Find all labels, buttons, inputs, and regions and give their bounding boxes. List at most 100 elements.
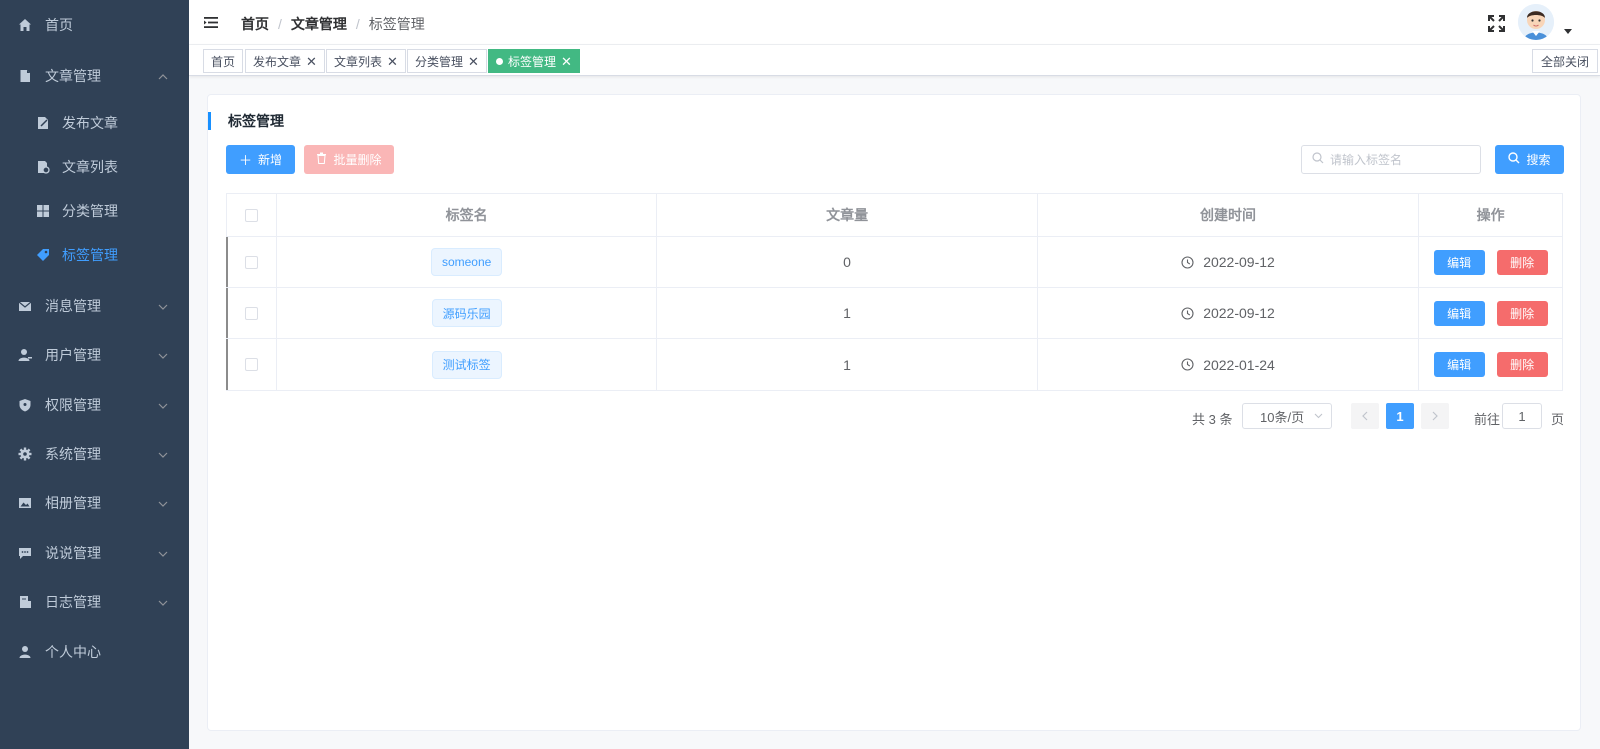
checkbox-cell [227, 288, 277, 338]
sidebar-subitem-label: 发布文章 [62, 115, 118, 131]
time-cell: 2022-01-24 [1038, 339, 1420, 390]
tag-label: 文章列表 [334, 54, 383, 69]
close-all-button[interactable]: 全部关闭 [1532, 49, 1599, 73]
row-indicator [226, 339, 228, 390]
delete-button[interactable]: 删除 [1496, 300, 1548, 326]
batch-delete-button[interactable]: 批量删除 [304, 145, 394, 174]
home-icon [18, 18, 32, 32]
tag-tags-active[interactable]: 标签管理 ✕ [488, 49, 580, 73]
edit-button[interactable]: 编辑 [1433, 352, 1485, 377]
row-indicator [226, 237, 228, 287]
page-number-current[interactable]: 1 [1386, 403, 1414, 429]
name-cell: someone [277, 237, 658, 287]
name-cell: 源码乐园 [277, 288, 658, 338]
breadcrumb-item-home[interactable]: 首页 [241, 14, 269, 34]
breadcrumb-separator: / [355, 16, 360, 32]
column-header: 操作 [1476, 207, 1505, 223]
tag-label: 发布文章 [253, 54, 302, 69]
sidebar-item-albums[interactable]: 相册管理 [0, 479, 189, 527]
pagination: 共 3 条 10条/页 1 前往 页 [208, 403, 1582, 431]
search-field[interactable] [1301, 145, 1481, 174]
prev-page-button[interactable] [1351, 403, 1379, 429]
time-wrap: 2022-09-12 [1181, 254, 1275, 270]
tag-publish-article[interactable]: 发布文章 ✕ [245, 49, 325, 73]
edit-button[interactable]: 编辑 [1433, 249, 1485, 275]
sidebar-item-logs[interactable]: 日志管理 [0, 578, 189, 626]
chevron-down-icon [157, 399, 169, 411]
delete-button[interactable]: 删除 [1496, 249, 1548, 275]
page-title: 标签管理 [208, 112, 284, 130]
sidebar-item-articles[interactable]: 文章管理 [0, 52, 189, 100]
chevron-up-icon [157, 70, 169, 82]
sidebar-item-permissions[interactable]: 权限管理 [0, 381, 189, 429]
search-button[interactable]: 搜索 [1495, 145, 1564, 174]
add-button-label: 新增 [258, 153, 283, 167]
sidebar-item-system[interactable]: 系统管理 [0, 430, 189, 478]
tag-home[interactable]: 首页 [203, 49, 244, 73]
tags-table: 标签名 文章量 创建时间 操作 someone 0 2022-09-12 编辑 … [226, 193, 1563, 391]
goto-page-input[interactable] [1502, 403, 1542, 429]
sidebar-item-talks[interactable]: 说说管理 [0, 529, 189, 577]
clock-icon [1181, 306, 1194, 320]
tag-article-list[interactable]: 文章列表 ✕ [326, 49, 406, 73]
sidebar-item-label: 用户管理 [45, 347, 101, 363]
close-icon[interactable]: ✕ [468, 55, 479, 68]
chevron-down-icon [157, 448, 169, 460]
breadcrumb-separator: / [278, 16, 282, 32]
add-button[interactable]: ＋ 新增 [226, 145, 295, 174]
sidebar-subitem-label: 标签管理 [62, 247, 118, 263]
shield-icon [18, 398, 32, 412]
fullscreen-icon[interactable] [1488, 15, 1505, 32]
tag-categories[interactable]: 分类管理 ✕ [407, 49, 487, 73]
sidebar-item-label: 权限管理 [45, 397, 101, 413]
breadcrumb-item-articles[interactable]: 文章管理 [291, 14, 347, 34]
row-checkbox[interactable] [244, 306, 258, 320]
log-icon [18, 595, 32, 609]
search-input[interactable] [1330, 152, 1470, 167]
sidebar-item-label: 消息管理 [45, 298, 101, 314]
sidebar-item-label: 日志管理 [45, 594, 101, 610]
tags-view: 首页 发布文章 ✕ 文章列表 ✕ 分类管理 ✕ 标签管理 ✕ 全部关闭 [189, 45, 1600, 76]
next-page-button[interactable] [1421, 403, 1449, 429]
hamburger-icon[interactable] [204, 16, 218, 29]
close-icon[interactable]: ✕ [387, 55, 398, 68]
column-header: 标签名 [277, 194, 658, 236]
sidebar-subitem-label: 分类管理 [62, 203, 118, 219]
sidebar-item-users[interactable]: 用户管理 [0, 331, 189, 379]
row-checkbox[interactable] [244, 255, 258, 269]
sidebar-item-home[interactable]: 首页 [0, 1, 189, 49]
page-size-select[interactable]: 10条/页 [1242, 403, 1332, 429]
clock-icon [1181, 255, 1194, 269]
avatar[interactable] [1518, 4, 1554, 40]
table-row: 源码乐园 1 2022-09-12 编辑 删除 [226, 288, 1562, 339]
caret-down-icon[interactable] [1564, 29, 1572, 34]
list-icon [36, 160, 50, 174]
navbar: 首页 / 文章管理 / 标签管理 [189, 0, 1600, 45]
sidebar-subitem-article-list[interactable]: 文章列表 [0, 145, 189, 189]
select-all-checkbox[interactable] [244, 208, 258, 222]
close-icon[interactable]: ✕ [306, 55, 317, 68]
mail-icon [18, 299, 32, 313]
delete-button[interactable]: 删除 [1496, 352, 1548, 377]
ops-cell: 编辑 删除 [1419, 288, 1562, 338]
sidebar-item-profile[interactable]: 个人中心 [0, 628, 189, 676]
created-date: 2022-01-24 [1203, 356, 1275, 373]
close-icon[interactable]: ✕ [561, 55, 572, 68]
checkbox-cell [227, 237, 277, 287]
plus-icon: ＋ [238, 153, 252, 168]
row-checkbox[interactable] [244, 358, 258, 371]
goto-label: 前往 [1474, 412, 1501, 427]
count-cell: 1 [657, 288, 1038, 338]
time-cell: 2022-09-12 [1038, 237, 1420, 287]
sidebar-subitem-categories[interactable]: 分类管理 [0, 189, 189, 233]
tag-name-badge: 测试标签 [431, 350, 502, 379]
chat-icon [18, 546, 32, 560]
sidebar-subitem-tags[interactable]: 标签管理 [0, 233, 189, 277]
sidebar-item-label: 说说管理 [45, 545, 101, 561]
sidebar: 首页 文章管理 发布文章 文章列表 分类管理 标签管理 消息管理 用户管理 权限… [0, 0, 189, 749]
edit-button[interactable]: 编辑 [1433, 300, 1485, 326]
sidebar-item-messages[interactable]: 消息管理 [0, 282, 189, 330]
sidebar-subitem-publish[interactable]: 发布文章 [0, 101, 189, 145]
chevron-down-icon [157, 596, 169, 608]
picture-icon [18, 496, 32, 510]
